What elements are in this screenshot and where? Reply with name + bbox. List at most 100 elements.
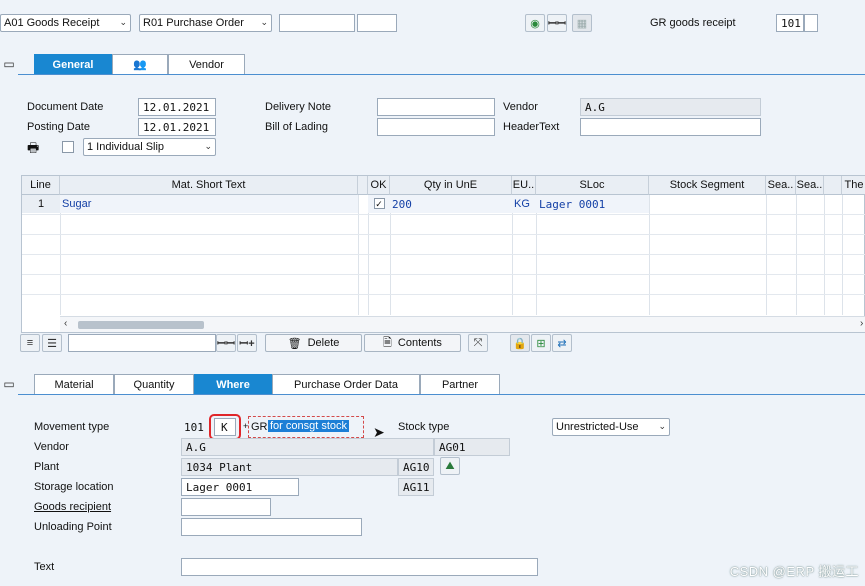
expand-icon: ⤧ xyxy=(473,336,483,349)
posting-date-field[interactable]: 12.01.2021 xyxy=(138,118,216,136)
where-vendor-label: Vendor xyxy=(34,441,69,453)
document-date-label: Document Date xyxy=(27,101,104,113)
search-help-button[interactable]: ꟷꟷ xyxy=(547,14,567,32)
contents-button[interactable]: 🗎 Contents xyxy=(364,334,461,352)
document-date-field[interactable]: 12.01.2021 xyxy=(138,98,216,116)
movement-code-field[interactable]: 101 xyxy=(776,14,804,32)
delete-button-label: Delete xyxy=(307,337,340,349)
map-icon: ⛰ xyxy=(445,459,455,472)
header-text-label: HeaderText xyxy=(503,121,560,133)
col-header-sloc[interactable]: SLoc xyxy=(536,176,649,195)
col-header-line[interactable]: Line xyxy=(22,176,60,195)
lock-button[interactable]: 🔒 xyxy=(510,334,530,352)
header-tabs: General 👥 Vendor xyxy=(34,54,245,74)
tab-purchase-order-data[interactable]: Purchase Order Data xyxy=(272,374,420,394)
plant-code: AG10 xyxy=(398,458,434,476)
collapse-icon: ▭ xyxy=(3,57,15,71)
filter-button[interactable]: ☰ xyxy=(42,334,62,352)
col-header-eu[interactable]: EU.. xyxy=(512,176,536,195)
column-divider xyxy=(358,195,359,315)
grid-settings-button[interactable]: ▦ xyxy=(572,14,592,32)
delivery-note-field[interactable] xyxy=(377,98,495,116)
col-header-material[interactable]: Mat. Short Text xyxy=(60,176,358,195)
binoculars-icon: ꟷꟷ xyxy=(548,17,566,30)
special-stock-field[interactable]: K xyxy=(214,418,236,436)
row-qty[interactable]: 200 xyxy=(390,195,512,213)
reference-select[interactable]: R01 Purchase Order ⌄ xyxy=(139,14,272,32)
fullscreen-button[interactable]: ⤧ xyxy=(468,334,488,352)
tab-partner[interactable]: Partner xyxy=(420,374,500,394)
row-divider xyxy=(22,214,865,215)
column-divider xyxy=(512,195,513,315)
watermark: CSDN @ERP 搬运工 xyxy=(729,564,859,579)
tab-quantity[interactable]: Quantity xyxy=(114,374,194,394)
scroll-left-icon[interactable]: ‹ xyxy=(64,318,67,329)
tab-vendor[interactable]: Vendor xyxy=(168,54,245,74)
scrollbar-thumb[interactable] xyxy=(78,321,204,329)
col-header-ok[interactable]: OK xyxy=(368,176,390,195)
goods-recipient-label[interactable]: Goods recipient xyxy=(34,501,111,513)
trash-icon: 🗑 xyxy=(287,337,302,350)
column-divider xyxy=(368,195,369,315)
tab-material[interactable]: Material xyxy=(34,374,114,394)
header-text-field[interactable] xyxy=(580,118,761,136)
align-button[interactable]: ≡ xyxy=(20,334,40,352)
tab-separator xyxy=(18,74,865,75)
item-search-input[interactable] xyxy=(68,334,216,352)
print-checkbox[interactable] xyxy=(62,141,74,153)
lock-icon: 🔒 xyxy=(513,337,527,350)
reference-item-input[interactable] xyxy=(357,14,397,32)
slip-select[interactable]: 1 Individual Slip ⌄ xyxy=(83,138,216,156)
reference-number-input[interactable] xyxy=(279,14,355,32)
tab-general[interactable]: General xyxy=(34,54,112,74)
row-eu[interactable]: KG xyxy=(512,195,536,213)
unloading-point-field[interactable] xyxy=(181,518,362,536)
find-button[interactable]: ꟷꟷ xyxy=(216,334,236,352)
tab-where[interactable]: Where xyxy=(194,374,272,394)
layout-button[interactable]: ⇄ xyxy=(552,334,572,352)
detail-tabs: Material Quantity Where Purchase Order D… xyxy=(34,374,500,394)
stock-type-select[interactable]: Unrestricted-Use ⌄ xyxy=(552,418,670,436)
col-header-sea2[interactable]: Sea.. xyxy=(796,176,824,195)
movement-extra-field[interactable] xyxy=(804,14,818,32)
row-ok-checkbox[interactable]: ✓ xyxy=(368,195,390,213)
execute-button[interactable]: ◉ xyxy=(525,14,545,32)
column-divider xyxy=(824,195,825,315)
bill-of-lading-field[interactable] xyxy=(377,118,495,136)
plant-map-button[interactable]: ⛰ xyxy=(440,457,460,475)
action-select[interactable]: A01 Goods Receipt ⌄ xyxy=(0,14,131,32)
col-header-the[interactable]: The xyxy=(842,176,865,195)
collapse-icon: ▭ xyxy=(3,377,15,391)
row-divider xyxy=(22,294,865,295)
row-sloc[interactable]: Lager 0001 xyxy=(536,195,649,213)
document-icon: 🗎 xyxy=(383,336,392,349)
row-line-number[interactable]: 1 xyxy=(22,195,60,213)
delete-button[interactable]: 🗑 Delete xyxy=(265,334,362,352)
col-header-sea1[interactable]: Sea.. xyxy=(766,176,796,195)
movement-type-description: for consgt stock xyxy=(268,420,350,432)
printer-icon[interactable]: 🖶 xyxy=(27,139,39,161)
column-divider xyxy=(649,195,650,315)
goods-recipient-field[interactable] xyxy=(181,498,271,516)
text-field[interactable] xyxy=(181,558,538,576)
collapse-detail-button[interactable]: ▭ xyxy=(0,375,18,393)
movement-label: GR goods receipt xyxy=(650,17,736,29)
col-header-stock-segment[interactable]: Stock Segment xyxy=(649,176,766,195)
chevron-down-icon: ⌄ xyxy=(658,421,666,431)
storage-location-field[interactable]: Lager 0001 xyxy=(181,478,299,496)
slip-select-value: 1 Individual Slip xyxy=(87,141,165,153)
col-header-qty[interactable]: Qty in UnE xyxy=(390,176,512,195)
column-divider xyxy=(842,195,843,315)
row-material[interactable]: Sugar xyxy=(60,195,358,213)
chevron-down-icon: ⌄ xyxy=(204,141,212,151)
scroll-right-icon[interactable]: › xyxy=(860,318,863,329)
find-next-button[interactable]: ꟷ+ xyxy=(237,334,257,352)
align-icon: ≡ xyxy=(26,337,34,349)
column-divider xyxy=(766,195,767,315)
storage-location-label: Storage location xyxy=(34,481,114,493)
collapse-header-button[interactable]: ▭ xyxy=(0,55,18,73)
add-row-button[interactable]: ⊞ xyxy=(531,334,551,352)
horizontal-scrollbar[interactable]: ‹ › xyxy=(60,316,865,332)
bill-of-lading-label: Bill of Lading xyxy=(265,121,328,133)
tab-people[interactable]: 👥 xyxy=(112,54,168,74)
